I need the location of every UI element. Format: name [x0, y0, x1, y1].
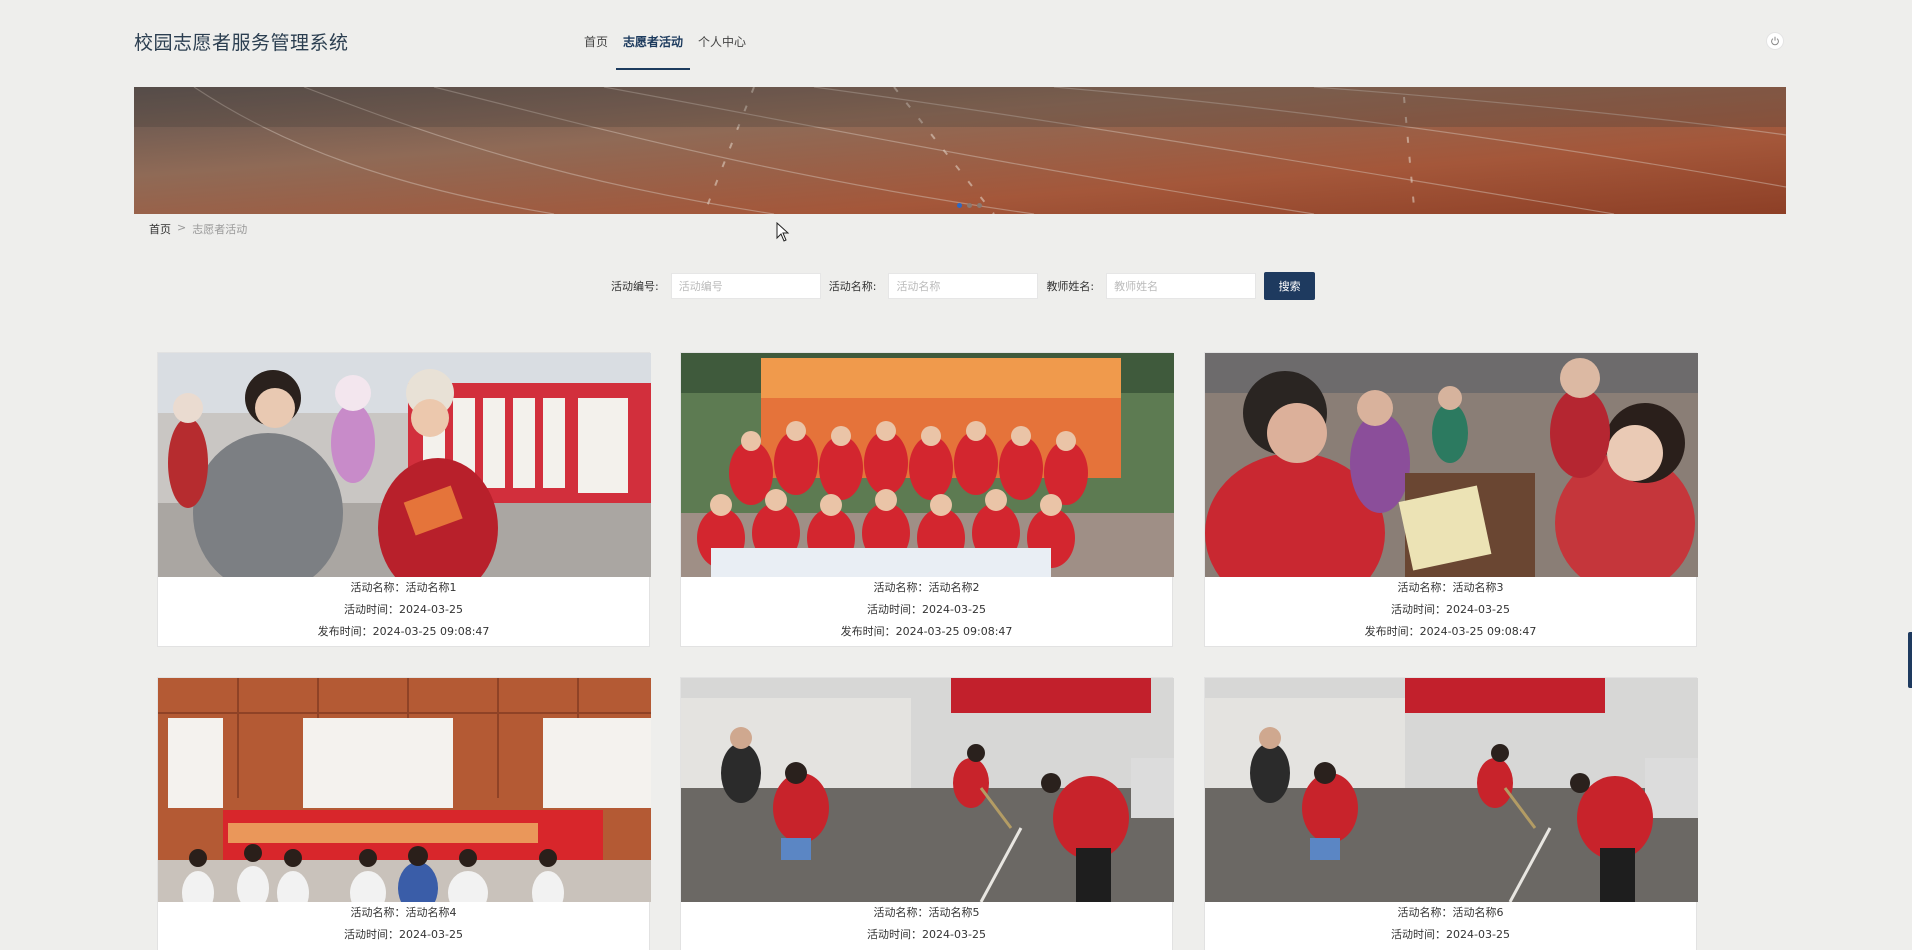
carousel-dot[interactable] [967, 203, 972, 208]
carousel-indicators [957, 203, 982, 208]
activity-name: 活动名称：活动名称4 [350, 906, 457, 919]
activity-image[interactable] [158, 353, 651, 577]
activity-time: 活动时间：2024-03-25 [867, 603, 986, 616]
activity-info: 活动名称：活动名称5 活动时间：2024-03-25 [681, 902, 1172, 946]
teacher-name-label: 教师姓名: [1046, 280, 1095, 293]
nav-home[interactable]: 首页 [584, 0, 608, 70]
breadcrumb-current: 志愿者活动 [192, 223, 248, 236]
activity-time: 活动时间：2024-03-25 [344, 603, 463, 616]
nav-volunteer-activities[interactable]: 志愿者活动 [616, 0, 691, 70]
carousel-dot[interactable] [977, 203, 982, 208]
activity-image[interactable] [1205, 678, 1698, 902]
activity-card[interactable]: 活动名称：活动名称5 活动时间：2024-03-25 [680, 677, 1174, 950]
main-nav: 首页 志愿者活动 个人中心 [584, 0, 761, 70]
publish-time: 发布时间：2024-03-25 09:08:47 [1364, 625, 1537, 638]
nav-personal-center[interactable]: 个人中心 [698, 0, 746, 70]
teacher-name-input[interactable] [1106, 273, 1257, 299]
activity-id-input[interactable] [670, 273, 821, 299]
publish-time: 发布时间：2024-03-25 09:08:47 [840, 625, 1013, 638]
logout-button[interactable] [1766, 32, 1784, 50]
header: 校园志愿者服务管理系统 首页 志愿者活动 个人中心 [0, 0, 1912, 80]
activity-name: 活动名称：活动名称6 [1397, 906, 1504, 919]
activity-info: 活动名称：活动名称2 活动时间：2024-03-25 发布时间：2024-03-… [681, 577, 1172, 643]
publish-time: 发布时间：2024-03-25 09:08:47 [317, 625, 490, 638]
activity-name: 活动名称：活动名称1 [350, 581, 457, 594]
activity-id-label: 活动编号: [611, 280, 659, 293]
activity-info: 活动名称：活动名称1 活动时间：2024-03-25 发布时间：2024-03-… [158, 577, 649, 643]
activity-card[interactable]: 活动名称：活动名称3 活动时间：2024-03-25 发布时间：2024-03-… [1204, 352, 1698, 647]
running-track-image [134, 87, 1786, 214]
activity-time: 活动时间：2024-03-25 [1391, 928, 1510, 941]
breadcrumb-home[interactable]: 首页 [149, 221, 171, 237]
side-scroll-tab[interactable] [1908, 632, 1912, 688]
mouse-cursor-icon [776, 222, 790, 242]
breadcrumb-separator: > [177, 221, 187, 234]
activity-info: 活动名称：活动名称4 活动时间：2024-03-25 [158, 902, 649, 946]
activity-time: 活动时间：2024-03-25 [867, 928, 986, 941]
search-form: 活动编号: 活动名称: 教师姓名: 搜索 [611, 272, 1316, 300]
banner-carousel[interactable] [134, 87, 1786, 214]
activity-image[interactable] [681, 678, 1174, 902]
activity-name: 活动名称：活动名称2 [873, 581, 980, 594]
activity-time: 活动时间：2024-03-25 [1391, 603, 1510, 616]
activity-card[interactable]: 活动名称：活动名称1 活动时间：2024-03-25 发布时间：2024-03-… [157, 352, 651, 647]
activity-info: 活动名称：活动名称6 活动时间：2024-03-25 [1205, 902, 1696, 946]
carousel-dot[interactable] [957, 203, 962, 208]
activity-name: 活动名称：活动名称3 [1397, 581, 1504, 594]
activity-card[interactable]: 活动名称：活动名称2 活动时间：2024-03-25 发布时间：2024-03-… [680, 352, 1174, 647]
activity-name-input[interactable] [888, 273, 1039, 299]
site-title: 校园志愿者服务管理系统 [134, 32, 349, 54]
breadcrumb: 首页 > 志愿者活动 [149, 221, 247, 237]
activity-image[interactable] [1205, 353, 1698, 577]
search-button[interactable]: 搜索 [1264, 272, 1316, 300]
activity-time: 活动时间：2024-03-25 [344, 928, 463, 941]
power-icon [1771, 36, 1779, 46]
activity-info: 活动名称：活动名称3 活动时间：2024-03-25 发布时间：2024-03-… [1205, 577, 1696, 643]
activity-card[interactable]: 活动名称：活动名称4 活动时间：2024-03-25 [157, 677, 651, 950]
activity-name-label: 活动名称: [828, 280, 877, 293]
activity-name: 活动名称：活动名称5 [873, 906, 980, 919]
activity-image[interactable] [158, 678, 651, 902]
activity-image[interactable] [681, 353, 1174, 577]
activity-card[interactable]: 活动名称：活动名称6 活动时间：2024-03-25 [1204, 677, 1698, 950]
